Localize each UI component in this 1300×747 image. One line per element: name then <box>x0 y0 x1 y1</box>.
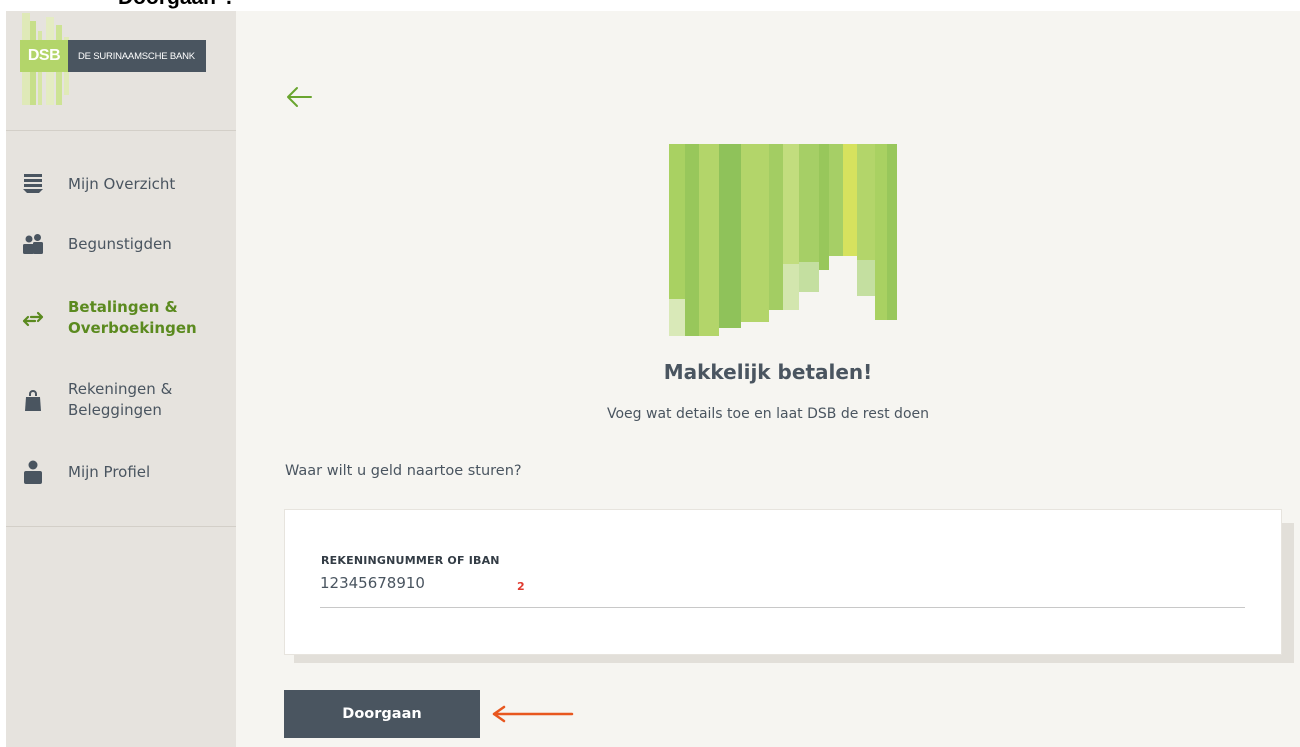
sidebar-item-begunstigden[interactable]: Begunstigden <box>6 231 236 259</box>
nav-label-line-2: Beleggingen <box>68 401 162 419</box>
nav-label-line-1: Betalingen & <box>68 298 178 316</box>
sidebar-item-mijn-profiel[interactable]: Mijn Profiel <box>6 459 236 487</box>
transfer-arrows-icon <box>20 306 46 332</box>
dsb-logo[interactable]: DSB DE SURINAAMSCHE BANK <box>20 40 206 72</box>
sidebar: DSB DE SURINAAMSCHE BANK Mijn Overzicht <box>6 11 236 747</box>
sidebar-item-mijn-overzicht[interactable]: Mijn Overzicht <box>6 171 236 199</box>
profile-icon <box>20 459 46 485</box>
sidebar-item-label: Mijn Overzicht <box>68 175 176 193</box>
destination-question: Waar wilt u geld naartoe sturen? <box>285 463 522 479</box>
overview-icon <box>20 171 46 197</box>
sidebar-item-label: Begunstigden <box>68 235 172 253</box>
annotation-number: 2 <box>517 580 525 593</box>
hero-stripes-illustration <box>669 144 897 336</box>
logo-short: DSB <box>20 40 68 72</box>
logo-bank-name: DE SURINAAMSCHE BANK <box>78 50 195 62</box>
account-number-input[interactable] <box>320 570 1245 608</box>
beneficiaries-icon <box>20 231 46 257</box>
sidebar-item-rekeningen[interactable]: Rekeningen & Beleggingen <box>6 376 236 424</box>
bag-icon <box>20 388 46 414</box>
page-subtitle: Voeg wat details toe en laat DSB de rest… <box>606 406 929 422</box>
doorgaan-button[interactable]: Doorgaan <box>284 690 480 738</box>
top-caption-fragment: Doorgaan". <box>118 0 232 10</box>
sidebar-item-label: Rekeningen & Beleggingen <box>68 379 172 421</box>
main-content: Makkelijk betalen! Voeg wat details toe … <box>236 11 1300 747</box>
back-arrow-icon[interactable] <box>284 85 314 109</box>
sidebar-item-label: Betalingen & Overboekingen <box>68 297 197 339</box>
logo-area: DSB DE SURINAAMSCHE BANK <box>6 11 236 131</box>
nav-label-line-1: Rekeningen & <box>68 380 173 398</box>
page-title: Makkelijk betalen! <box>663 360 873 384</box>
annotation-arrow-icon <box>486 703 576 725</box>
nav-label-line-2: Overboekingen <box>68 319 197 337</box>
sidebar-item-label: Mijn Profiel <box>68 463 151 481</box>
account-input-card: REKENINGNUMMER OF IBAN 2 <box>284 509 1282 655</box>
sidebar-item-betalingen[interactable]: Betalingen & Overboekingen <box>6 294 236 342</box>
sidebar-nav: Mijn Overzicht Begunstigden Betalingen &… <box>6 131 236 527</box>
account-field-label: REKENINGNUMMER OF IBAN <box>321 554 500 567</box>
